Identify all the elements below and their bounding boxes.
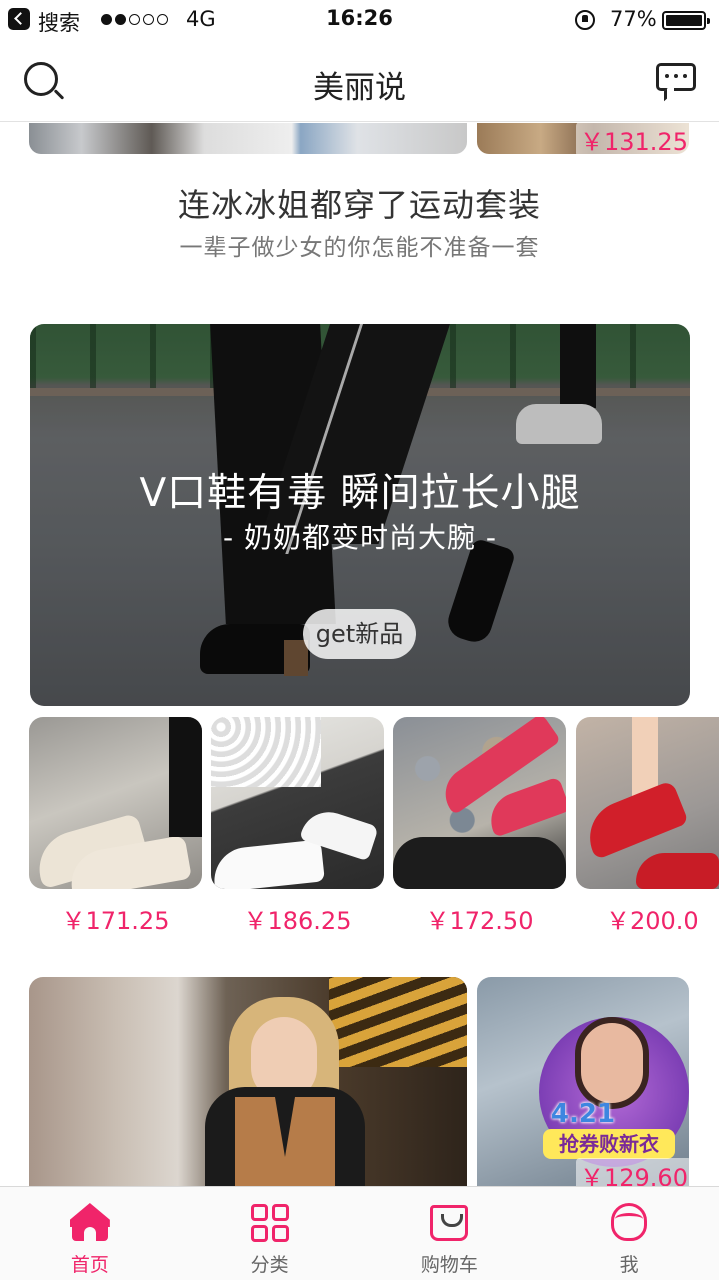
product-image[interactable] <box>576 717 719 889</box>
shopping-bag-icon <box>427 1201 471 1243</box>
hero-title: V口鞋有毒 瞬间拉长小腿 <box>139 471 581 516</box>
product-price: ￥200.0 <box>606 907 699 935</box>
battery-icon <box>662 11 710 30</box>
grid-icon <box>248 1201 292 1243</box>
product-card[interactable]: ￥171.25 <box>29 717 202 936</box>
product-price: ￥171.25 <box>61 907 170 935</box>
product-price: ￥131.25 <box>576 122 692 157</box>
profile-icon <box>607 1201 651 1243</box>
product-card[interactable]: ￥200.0 <box>576 717 719 936</box>
battery-percentage: 77% <box>610 7 657 31</box>
promo-card[interactable]: 4.21 抢券败新衣 <box>477 977 689 1187</box>
tab-home[interactable]: 首页 <box>0 1187 180 1280</box>
promo-date: 4.21 <box>550 1099 616 1129</box>
tab-me[interactable]: 我 <box>539 1187 719 1280</box>
product-card[interactable]: ￥186.25 <box>211 717 384 936</box>
rotation-lock-icon <box>575 10 595 30</box>
tab-label: 我 <box>619 1254 639 1276</box>
tab-label: 分类 <box>250 1254 289 1276</box>
home-icon <box>68 1201 112 1243</box>
nav-bar: 美丽说 <box>0 40 719 122</box>
hero-subtitle: - 奶奶都变时尚大腕 - <box>222 521 497 554</box>
product-image[interactable] <box>393 717 566 889</box>
app-title: 美丽说 <box>313 70 406 106</box>
hero-banner[interactable]: V口鞋有毒 瞬间拉长小腿 - 奶奶都变时尚大腕 - get新品 <box>30 324 690 706</box>
product-image[interactable] <box>211 717 384 889</box>
fashion-image[interactable] <box>29 123 467 154</box>
tab-cart[interactable]: 购物车 <box>360 1187 540 1280</box>
promo-slogan: 抢券败新衣 <box>543 1129 675 1159</box>
message-icon[interactable] <box>656 63 696 102</box>
product-card[interactable]: ￥172.50 <box>393 717 566 936</box>
get-new-button[interactable]: get新品 <box>303 609 416 659</box>
tab-category[interactable]: 分类 <box>180 1187 360 1280</box>
tab-bar: 首页 分类 购物车 我 <box>0 1186 719 1280</box>
status-bar: 搜索 4G 16:26 77% <box>0 0 719 40</box>
tab-label: 首页 <box>70 1254 109 1276</box>
promo-subtitle: 一辈子做少女的你怎能不准备一套 <box>179 235 540 261</box>
product-price: ￥186.25 <box>243 907 352 935</box>
promo-title[interactable]: 连冰冰姐都穿了运动套装 <box>0 180 719 226</box>
product-price: ￥172.50 <box>425 907 534 935</box>
tab-label: 购物车 <box>420 1254 478 1276</box>
product-image[interactable] <box>29 717 202 889</box>
fashion-feature-card[interactable] <box>29 977 467 1187</box>
